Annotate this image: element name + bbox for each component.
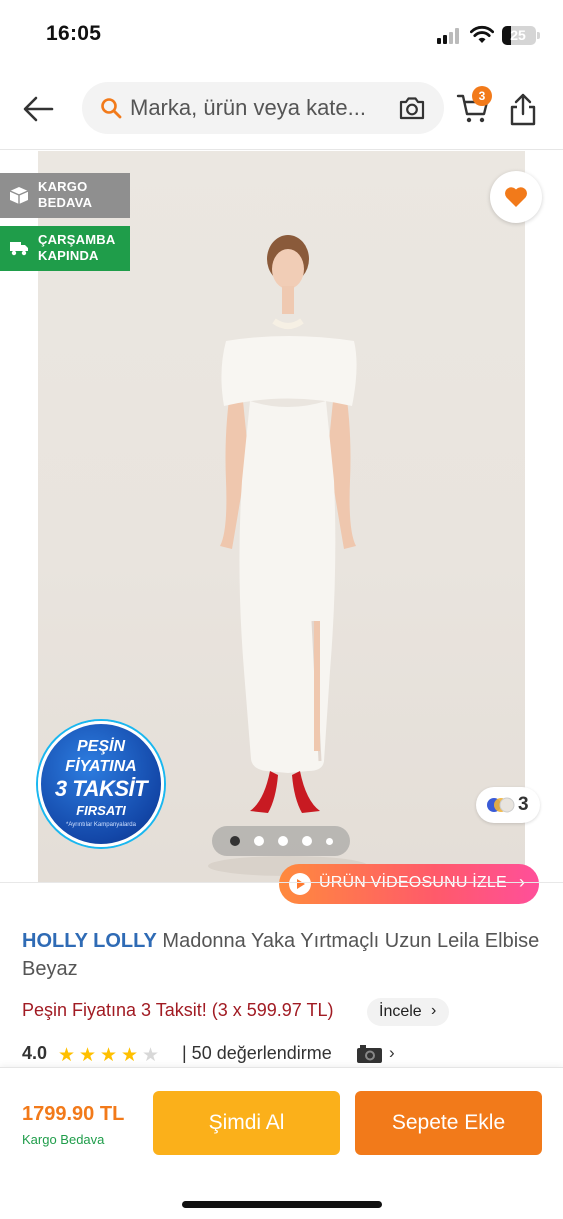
review-count[interactable]: | 50 değerlendirme [182, 1043, 332, 1064]
buy-now-button[interactable]: Şimdi Al [153, 1091, 340, 1155]
brand-link[interactable]: HOLLY LOLLY [22, 930, 157, 952]
status-time: 16:05 [46, 22, 102, 45]
campaign-line-1: PEŞİN [76, 738, 125, 755]
add-to-cart-button[interactable]: Sepete Ekle [355, 1091, 542, 1155]
campaign-line-4: FIRSATI [76, 803, 126, 818]
share-icon[interactable] [508, 92, 538, 126]
product-gallery[interactable]: KARGO BEDAVA ÇARŞAMBA KAPINDA PEŞİN FİYA… [0, 151, 563, 904]
color-options-button[interactable]: 3 [476, 787, 540, 823]
installment-campaign-badge[interactable]: PEŞİN FİYATINA 3 TAKSİT FIRSATI *Ayrıntı… [38, 721, 164, 847]
product-info: HOLLY LOLLY Madonna Yaka Yırtmaçlı Uzun … [0, 882, 563, 1067]
installment-details-button[interactable]: İncele › [367, 998, 449, 1026]
installment-details-label: İncele [379, 1003, 422, 1020]
camera-icon [357, 1045, 382, 1063]
campaign-note: *Ayrıntılar Kampanyalarda [66, 822, 136, 828]
product-price: 1799.90 TL [22, 1103, 125, 1125]
product-title: HOLLY LOLLY Madonna Yaka Yırtmaçlı Uzun … [22, 927, 542, 983]
star-filled-icon: ★ [58, 1045, 76, 1066]
rating-row[interactable]: 4.0 ★ ★ ★ ★ ★ | 50 değerlendirme › [22, 1043, 542, 1067]
chevron-right-icon: › [389, 1043, 395, 1062]
pagination-dot-active[interactable] [230, 836, 240, 846]
installment-text: Peşin Fiyatına 3 Taksit! (3 x 599.97 TL) [22, 1000, 334, 1020]
truck-icon [10, 242, 28, 256]
shipping-info: Kargo Bedava [22, 1132, 105, 1147]
battery-icon: 25 [502, 26, 536, 45]
cart-count-badge: 3 [472, 86, 492, 106]
chevron-right-icon: › [431, 1002, 437, 1019]
star-empty-icon: ★ [142, 1045, 160, 1066]
search-input[interactable] [130, 82, 394, 134]
pagination-dot[interactable] [254, 836, 264, 846]
star-filled-icon: ★ [79, 1045, 97, 1066]
campaign-line-3: 3 TAKSİT [54, 776, 148, 801]
search-icon [101, 98, 122, 119]
star-filled-icon: ★ [121, 1045, 139, 1066]
battery-cap [537, 32, 540, 39]
camera-icon[interactable] [398, 95, 426, 121]
wifi-icon [470, 25, 494, 43]
status-bar: 16:05 25 [0, 0, 563, 70]
bottom-action-bar: 1799.90 TL Kargo Bedava Şimdi Al Sepete … [0, 1067, 563, 1219]
delivery-day-badge: ÇARŞAMBA KAPINDA [0, 226, 130, 271]
badge-line-2: BEDAVA [38, 195, 93, 210]
campaign-line-2: FİYATINA [65, 758, 137, 775]
battery-level: 25 [510, 27, 526, 43]
badge-line-1: KARGO [38, 179, 88, 194]
star-filled-icon: ★ [100, 1045, 118, 1066]
pagination-dot[interactable] [326, 838, 333, 845]
free-shipping-badge: KARGO BEDAVA [0, 173, 130, 218]
color-count: 3 [518, 794, 529, 815]
rating-stars: ★ ★ ★ ★ ★ [58, 1044, 163, 1067]
home-indicator[interactable] [182, 1201, 382, 1208]
rating-value: 4.0 [22, 1043, 48, 1063]
box-icon [9, 187, 29, 204]
arrow-left-icon[interactable] [20, 90, 58, 128]
pagination-dot[interactable] [278, 836, 288, 846]
badge-line-1: ÇARŞAMBA [38, 232, 116, 247]
heart-icon [505, 187, 527, 207]
favorite-button[interactable] [490, 171, 542, 223]
cellular-signal-icon [437, 28, 463, 44]
image-pagination[interactable] [212, 826, 350, 856]
top-navigation: 3 [0, 70, 563, 150]
pagination-dot[interactable] [302, 836, 312, 846]
badge-line-2: KAPINDA [38, 248, 99, 263]
color-swatch-icon [487, 797, 515, 813]
search-bar[interactable] [82, 82, 444, 134]
